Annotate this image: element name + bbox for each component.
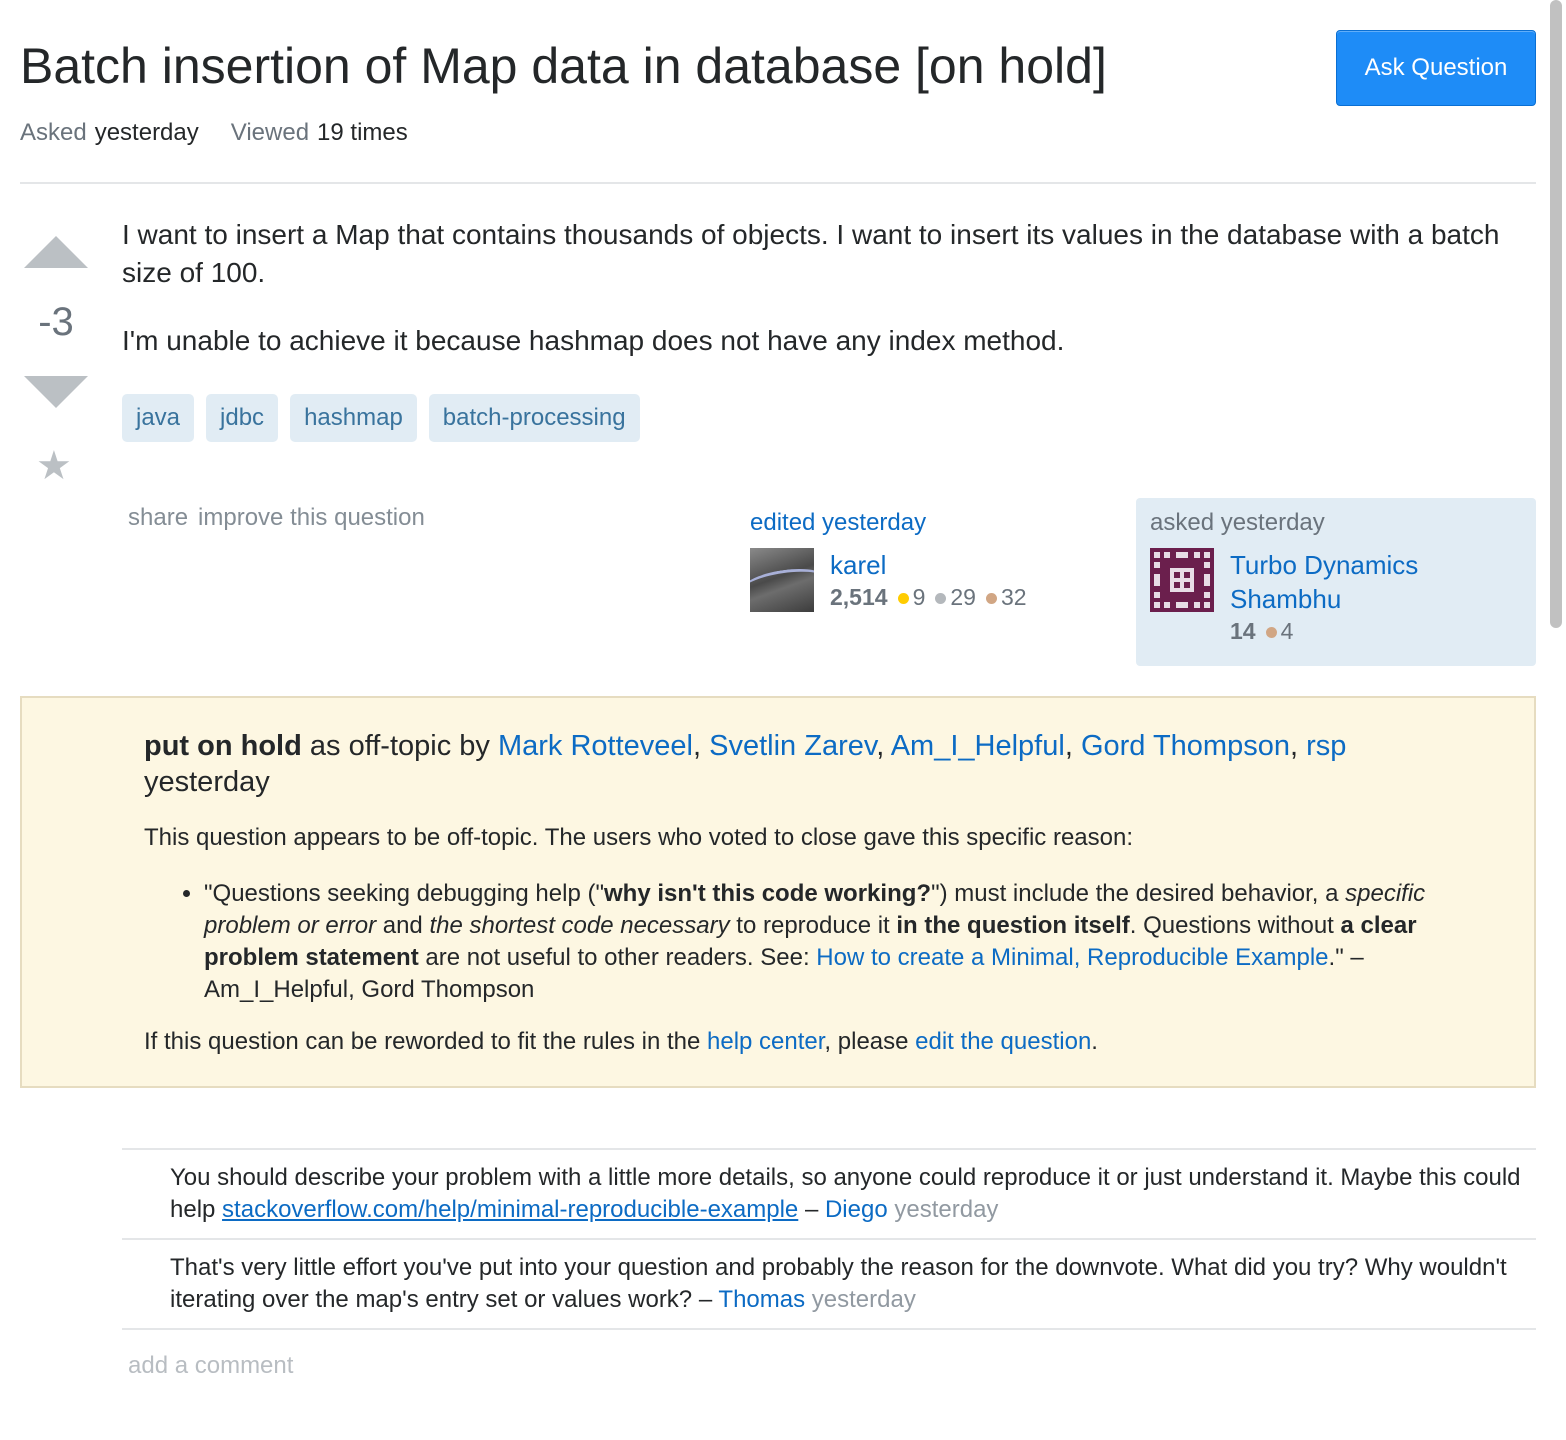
viewed-value: 19 times xyxy=(317,119,408,146)
reason-text: "Questions seeking debugging help (" xyxy=(204,880,604,907)
asker-username[interactable]: Turbo Dynamics Shambhu xyxy=(1230,548,1520,616)
comment-divider xyxy=(122,1148,1536,1150)
tag-batch-processing[interactable]: batch-processing xyxy=(428,394,640,442)
reason-text: are not useful to other readers. See: xyxy=(418,944,817,971)
gold-badge-count: 9 xyxy=(912,584,926,610)
hold-reason-item: "Questions seeking debugging help ("why … xyxy=(204,878,1514,1006)
reason-italic: the shortest code necessary xyxy=(429,912,730,939)
hold-reason-list: "Questions seeking debugging help ("why … xyxy=(144,878,1514,1006)
reason-bold: why isn't this code working? xyxy=(603,880,932,907)
header-divider xyxy=(20,182,1536,184)
help-center-link[interactable]: help center xyxy=(707,1028,824,1055)
downvote-icon[interactable] xyxy=(24,376,88,408)
vote-count: -3 xyxy=(38,300,74,344)
edit-question-link[interactable]: edit the question xyxy=(915,1028,1091,1055)
asker-reputation: 14 4 xyxy=(1230,618,1293,645)
comment: You should describe your problem with a … xyxy=(170,1162,1530,1226)
bronze-badge-count: 4 xyxy=(1280,618,1294,644)
edited-timestamp-link[interactable]: edited yesterday xyxy=(750,508,926,538)
reason-text: and xyxy=(376,912,430,939)
reason-text: . Questions without xyxy=(1129,912,1341,939)
avatar[interactable] xyxy=(1150,548,1214,612)
help-text: , please xyxy=(824,1028,916,1055)
hold-as-text: as off-topic by xyxy=(309,730,490,762)
improve-question-link[interactable]: improve this question xyxy=(198,504,425,531)
hold-heading: put on hold as off-topic by Mark Rotteve… xyxy=(144,730,1347,798)
upvote-icon[interactable] xyxy=(24,236,88,268)
mcve-link[interactable]: How to create a Minimal, Reproducible Ex… xyxy=(816,944,1328,971)
add-comment-link[interactable]: add a comment xyxy=(128,1350,293,1382)
asked-timestamp: asked yesterday xyxy=(1150,509,1325,536)
gold-badge-icon xyxy=(897,593,909,604)
reputation-score: 14 xyxy=(1230,618,1256,644)
share-link[interactable]: share xyxy=(128,504,188,531)
hold-help-text: If this question can be reworded to fit … xyxy=(144,1026,1098,1058)
reason-text: to reproduce it xyxy=(729,912,897,939)
question-meta: Asked yesterday Viewed 19 times xyxy=(20,116,408,150)
tag-java[interactable]: java xyxy=(122,394,195,442)
reputation-score: 2,514 xyxy=(830,584,888,610)
comment-divider xyxy=(122,1328,1536,1330)
comment-user[interactable]: Thomas xyxy=(718,1286,805,1313)
post-menu: share improve this question xyxy=(128,502,435,534)
comment-time[interactable]: yesterday xyxy=(894,1196,998,1223)
reason-text: ") must include the desired behavior, a xyxy=(931,880,1346,907)
asked-value: yesterday xyxy=(94,119,199,146)
editor-reputation: 2,514 9 29 32 xyxy=(830,584,1027,611)
tag-jdbc[interactable]: jdbc xyxy=(206,394,279,442)
comment-time[interactable]: yesterday xyxy=(812,1286,916,1313)
bronze-badge-icon xyxy=(985,593,997,604)
help-text: If this question can be reworded to fit … xyxy=(144,1028,707,1055)
voter-link[interactable]: Gord Thompson xyxy=(1081,730,1290,762)
silver-badge-icon xyxy=(935,593,947,604)
voter-link[interactable]: Am_I_Helpful xyxy=(891,730,1065,762)
reason-bold: in the question itself xyxy=(896,912,1130,939)
comment-user[interactable]: Diego xyxy=(825,1196,888,1223)
hold-reason-intro: This question appears to be off-topic. T… xyxy=(144,824,1134,851)
comment: That's very little effort you've put int… xyxy=(170,1252,1530,1316)
avatar[interactable] xyxy=(750,548,814,612)
hold-when: yesterday xyxy=(144,766,270,798)
voter-link[interactable]: rsp xyxy=(1306,730,1346,762)
silver-badge-count: 29 xyxy=(950,584,976,610)
asked-label: Asked xyxy=(20,119,87,146)
voter-link[interactable]: Mark Rotteveel xyxy=(498,730,693,762)
tag-list: java jdbc hashmap batch-processing xyxy=(122,394,640,442)
bronze-badge-count: 32 xyxy=(1000,584,1027,610)
favorite-star-icon[interactable]: ★ xyxy=(36,444,72,488)
bronze-badge-icon xyxy=(1265,627,1277,638)
comment-link[interactable]: stackoverflow.com/help/minimal-reproduci… xyxy=(222,1196,798,1223)
post-paragraph: I'm unable to achieve it because hashmap… xyxy=(122,325,1065,356)
on-hold-notice: put on hold as off-topic by Mark Rotteve… xyxy=(20,696,1536,1088)
hold-status: put on hold xyxy=(144,730,302,762)
comment-separator: – xyxy=(692,1286,719,1313)
scrollbar-thumb[interactable] xyxy=(1550,0,1562,628)
tag-hashmap[interactable]: hashmap xyxy=(290,394,417,442)
editor-username[interactable]: karel xyxy=(830,548,886,582)
ask-question-button[interactable]: Ask Question xyxy=(1336,30,1536,106)
post-paragraph: I want to insert a Map that contains tho… xyxy=(122,219,1500,288)
comment-separator: – xyxy=(798,1196,825,1223)
post-body: I want to insert a Map that contains tho… xyxy=(122,216,1532,390)
edited-user-card: edited yesterday karel 2,514 9 29 32 xyxy=(750,508,1130,638)
asker-user-card: asked yesterday Turbo Dynamics Shambhu 1… xyxy=(1136,498,1536,666)
help-text: . xyxy=(1091,1028,1098,1055)
viewed-label: Viewed xyxy=(230,119,310,146)
identicon-icon xyxy=(1150,548,1214,612)
voter-link[interactable]: Svetlin Zarev xyxy=(709,730,876,762)
page-title[interactable]: Batch insertion of Map data in database … xyxy=(20,34,1107,98)
comment-divider xyxy=(122,1238,1536,1240)
